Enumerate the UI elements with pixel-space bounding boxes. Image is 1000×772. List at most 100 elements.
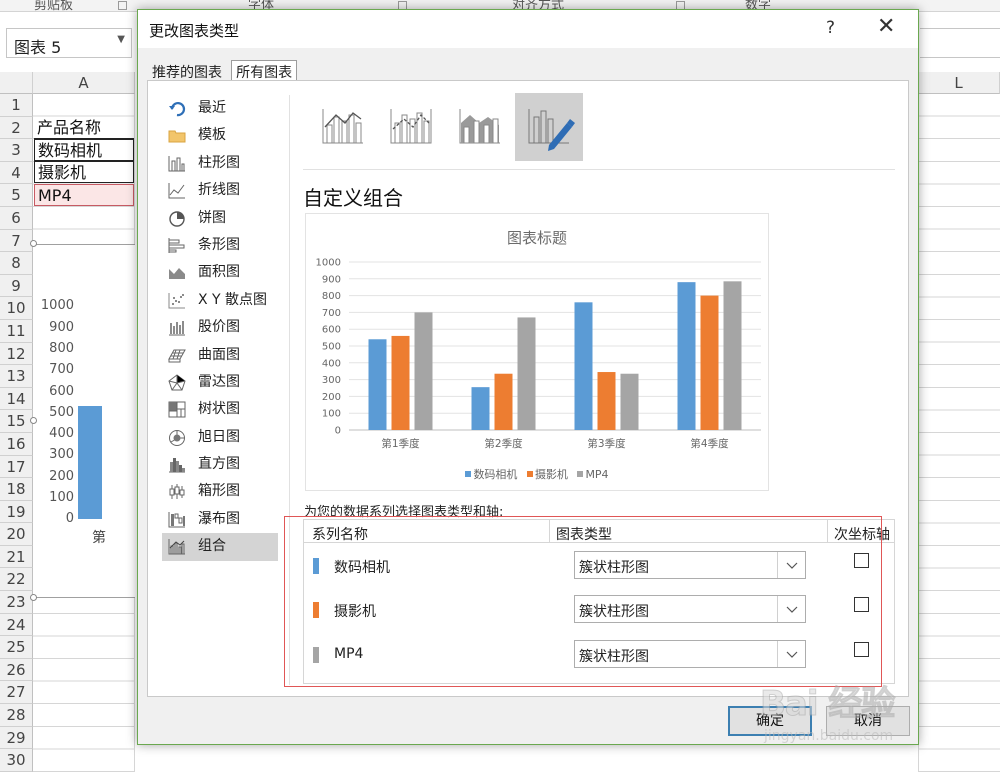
bar — [368, 339, 387, 430]
legend-item: MP4 — [577, 468, 609, 481]
row-header[interactable]: 28 — [0, 704, 33, 727]
treemap-chart-icon — [168, 401, 186, 418]
row-header[interactable]: 2 — [0, 116, 33, 140]
x-tick-label: 第2季度 — [484, 437, 523, 450]
chart-type-scatter[interactable]: X Y 散点图 — [162, 287, 278, 314]
column-chart-icon — [168, 155, 185, 172]
resize-handle[interactable] — [30, 240, 37, 247]
folder-icon — [168, 130, 186, 143]
name-box[interactable]: 图表 5 ▼ — [6, 28, 132, 58]
chart-type-label: 直方图 — [198, 456, 240, 473]
chart-plot: 0 100 200 300 400 500 600 700 800 900 1000 第1季度 第2季度… — [316, 258, 761, 450]
y-tick-label: 0 — [335, 426, 341, 437]
row-header[interactable]: 3 — [0, 139, 33, 162]
formula-bar[interactable] — [920, 28, 1000, 58]
bar — [574, 302, 593, 430]
chevron-down-icon[interactable]: ▼ — [117, 34, 125, 45]
help-icon[interactable]: ? — [826, 18, 835, 38]
chart-type-treemap[interactable]: 树状图 — [162, 396, 278, 423]
row-header[interactable]: 20 — [0, 523, 33, 546]
row-header[interactable]: 4 — [0, 161, 33, 185]
cell-a3[interactable]: 数码相机 — [34, 139, 134, 161]
chart-type-label: 旭日图 — [198, 428, 240, 445]
row-header[interactable]: 24 — [0, 613, 33, 637]
row-header[interactable]: 7 — [0, 229, 33, 253]
bg-axis-tick: 900 — [49, 320, 74, 335]
chart-type-radar[interactable]: 雷达图 — [162, 369, 278, 396]
chart-preview: 图表标题 0 100 200 300 400 500 600 700 800 900 1000 第1季… — [305, 213, 769, 491]
dialog-tabs: 推荐的图表 所有图表 — [148, 60, 298, 82]
chart-type-label: 柱形图 — [198, 154, 240, 171]
chart-type-histogram[interactable]: 直方图 — [162, 451, 278, 478]
row-header[interactable]: 30 — [0, 749, 33, 772]
chart-type-label: 树状图 — [198, 401, 240, 418]
y-tick-label: 200 — [322, 392, 341, 403]
column-header-a[interactable]: A — [33, 72, 135, 94]
dialog-launcher-icon[interactable] — [118, 1, 127, 10]
resize-handle[interactable] — [30, 594, 37, 601]
chart-type-recent[interactable]: 最近 — [162, 95, 278, 122]
chart-type-sunburst[interactable]: 旭日图 — [162, 424, 278, 451]
custom-combination-option[interactable] — [515, 93, 583, 161]
chart-type-area[interactable]: 面积图 — [162, 259, 278, 286]
chart-type-line[interactable]: 折线图 — [162, 177, 278, 204]
chart-type-label: 曲面图 — [198, 346, 240, 363]
chart-type-templates[interactable]: 模板 — [162, 122, 278, 149]
row-header[interactable]: 25 — [0, 636, 33, 659]
bar — [700, 295, 719, 430]
bg-axis-tick: 1000 — [40, 298, 74, 313]
combo-column-line-secondary-option[interactable] — [377, 93, 445, 161]
legend-swatch — [577, 471, 584, 477]
chart-type-combo[interactable]: 组合 — [162, 533, 278, 561]
bg-axis-tick: 800 — [49, 341, 74, 356]
row-header[interactable]: 23 — [0, 591, 33, 614]
name-box-value: 图表 5 — [14, 38, 62, 57]
combo-column-line-secondary-icon — [390, 109, 432, 144]
chart-type-box-whisker[interactable]: 箱形图 — [162, 478, 278, 505]
row-header[interactable]: 5 — [0, 184, 33, 207]
tab-recommended-charts[interactable]: 推荐的图表 — [148, 61, 226, 82]
bar-chart-icon — [168, 237, 185, 253]
ribbon-group-clipboard[interactable]: 剪贴板 — [34, 0, 73, 11]
close-icon[interactable]: ✕ — [877, 14, 895, 39]
combo-clustered-column-line-option[interactable] — [309, 93, 377, 161]
watermark-url: jingyan.baidu.com — [764, 728, 894, 744]
chart-type-surface[interactable]: 曲面图 — [162, 342, 278, 369]
highlight-annotation-frame — [284, 516, 882, 687]
chart-type-label: 饼图 — [198, 209, 226, 226]
resize-handle[interactable] — [30, 417, 37, 424]
row-header[interactable]: 29 — [0, 726, 33, 750]
bar — [494, 373, 513, 430]
baidu-jingyan-watermark: Bai 经验 jingyan.baidu.com — [750, 676, 960, 766]
row-header[interactable]: 27 — [0, 681, 33, 705]
chart-type-label: 箱形图 — [198, 483, 240, 500]
cell-a2[interactable]: 产品名称 — [34, 117, 134, 139]
y-tick-label: 100 — [322, 409, 341, 420]
line-chart-icon — [168, 183, 185, 199]
combo-area-column-option[interactable] — [446, 93, 514, 161]
chart-type-stock[interactable]: 股价图 — [162, 314, 278, 341]
row-header[interactable]: 21 — [0, 545, 33, 569]
chart-type-column[interactable]: 柱形图 — [162, 150, 278, 177]
row-header[interactable]: 9 — [0, 274, 33, 298]
dialog-titlebar[interactable]: 更改图表类型 ? ✕ — [138, 10, 918, 48]
legend-item: 摄影机 — [526, 466, 568, 482]
column-header-l[interactable]: L — [918, 72, 1000, 94]
cell-a4[interactable]: 摄影机 — [34, 161, 134, 183]
row-header[interactable]: 26 — [0, 658, 33, 682]
cell-a5[interactable]: MP4 — [34, 184, 134, 206]
chart-type-label: 折线图 — [198, 182, 240, 199]
column-l-cells[interactable] — [918, 94, 1000, 772]
chart-type-bar[interactable]: 条形图 — [162, 232, 278, 259]
legend-label: 数码相机 — [473, 468, 518, 481]
row-header[interactable]: 6 — [0, 206, 33, 230]
chart-type-pie[interactable]: 饼图 — [162, 205, 278, 232]
radar-chart-icon — [168, 374, 186, 391]
chart-type-waterfall[interactable]: 瀑布图 — [162, 506, 278, 533]
select-all-corner[interactable] — [0, 72, 33, 94]
row-header[interactable]: 8 — [0, 252, 33, 275]
row-header[interactable]: 1 — [0, 94, 33, 117]
watermark-logo: Bai 经验 — [759, 684, 895, 725]
row-header[interactable]: 22 — [0, 568, 33, 592]
tab-all-charts[interactable]: 所有图表 — [231, 60, 298, 81]
